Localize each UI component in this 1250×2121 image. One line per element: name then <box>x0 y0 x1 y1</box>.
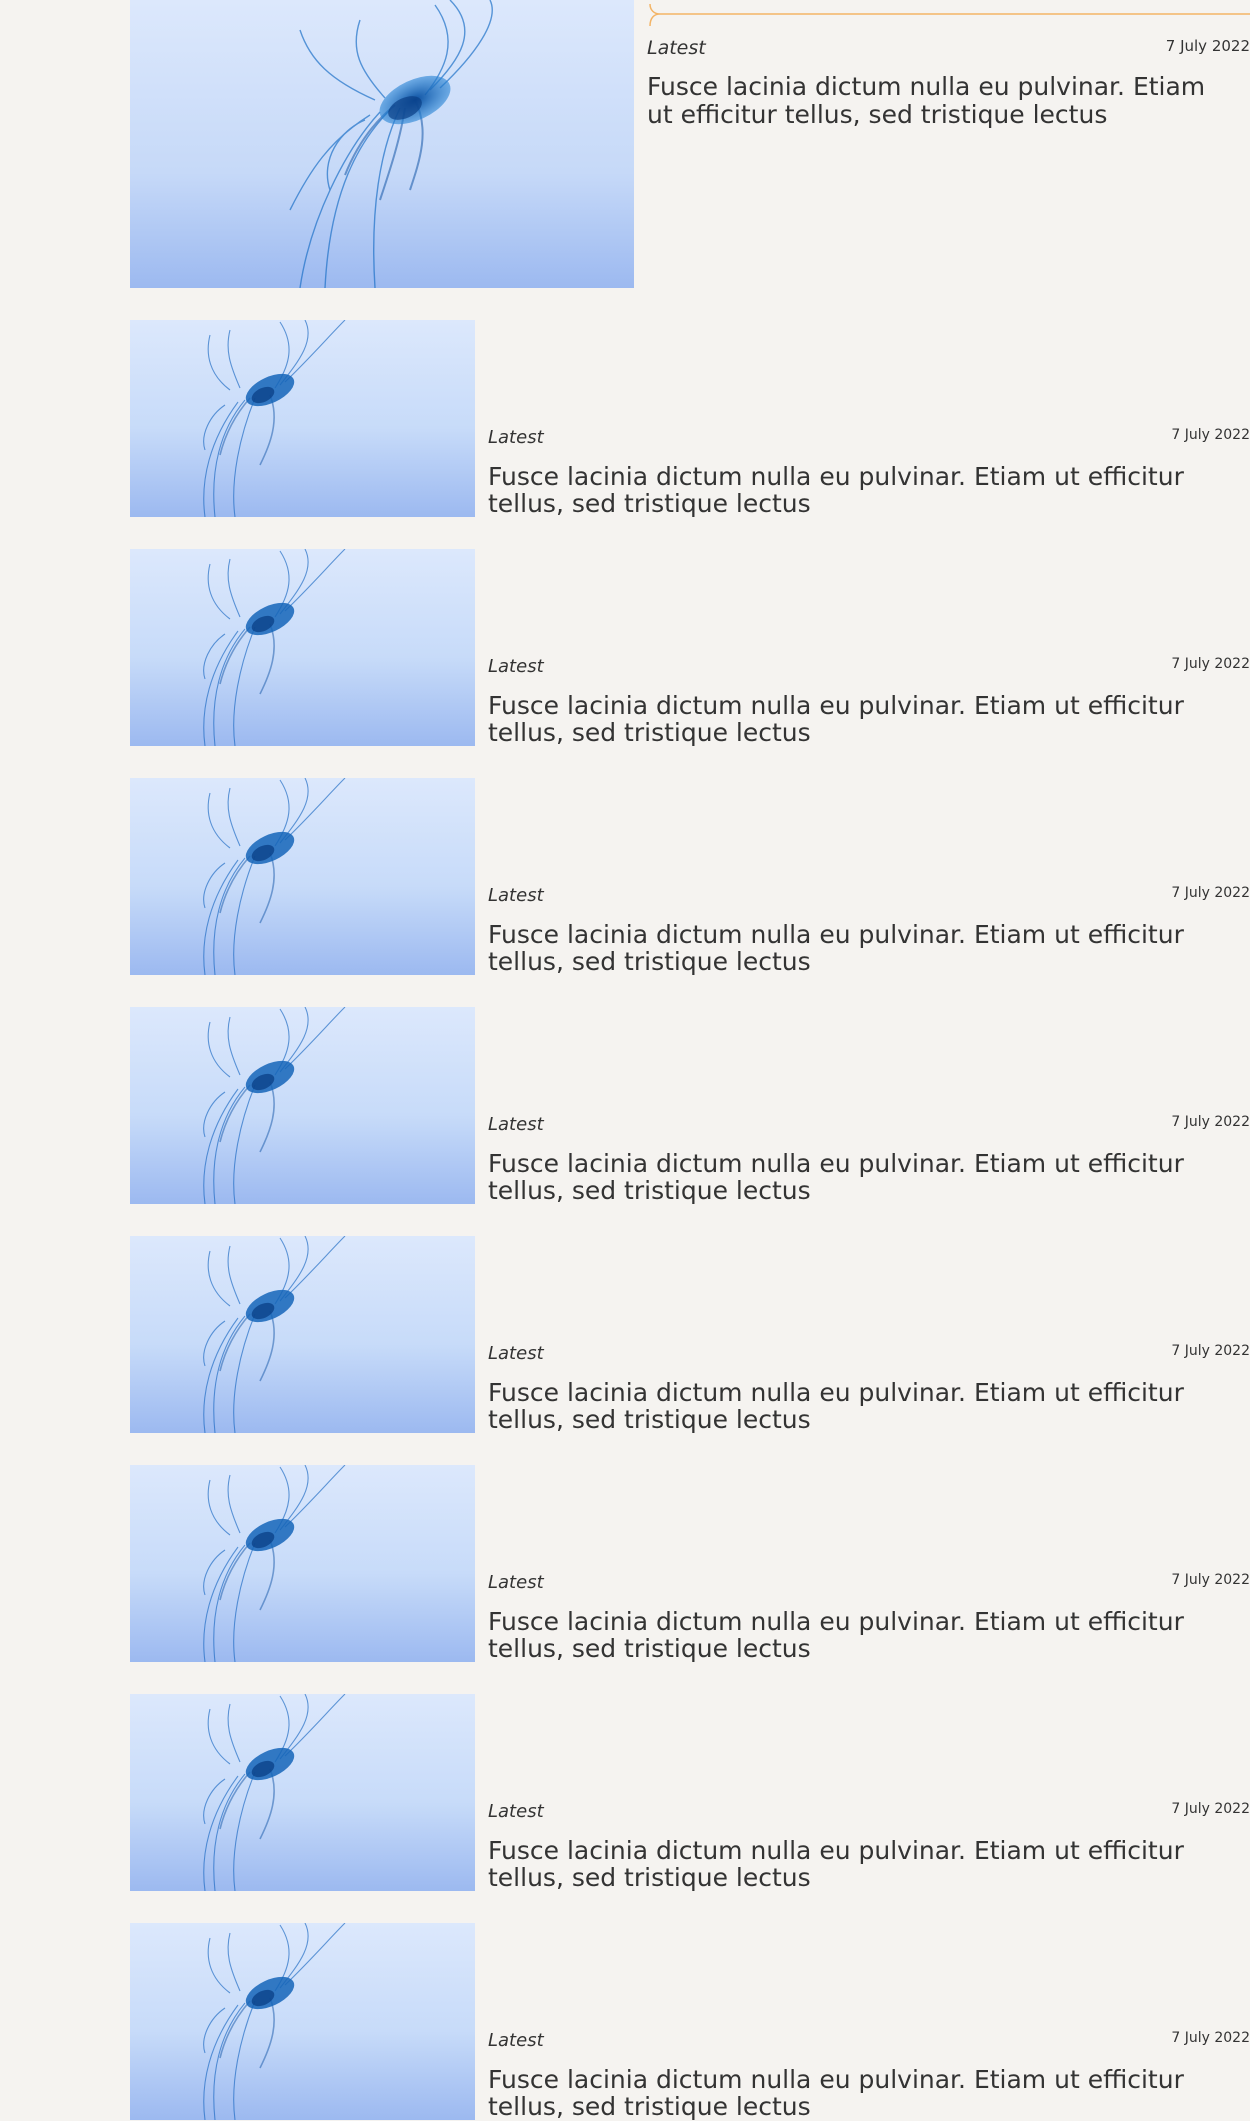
article-title[interactable]: Fusce lacinia dictum nulla eu pulvinar. … <box>488 2066 1250 2120</box>
accent-divider <box>649 3 1250 27</box>
article-list-page: Latest 7 July 2022 Fusce lacinia dictum … <box>0 0 1250 2121</box>
article-category[interactable]: Latest <box>488 1801 544 1822</box>
jellyfish-image <box>130 1923 475 2120</box>
article-title[interactable]: Fusce lacinia dictum nulla eu pulvinar. … <box>488 463 1250 517</box>
article-date: 7 July 2022 <box>1171 885 1250 901</box>
article-title[interactable]: Fusce lacinia dictum nulla eu pulvinar. … <box>488 1379 1250 1433</box>
article-item[interactable]: Latest 7 July 2022 Fusce lacinia dictum … <box>130 778 1250 975</box>
article-thumbnail[interactable] <box>130 778 475 975</box>
featured-article-date: 7 July 2022 <box>1165 37 1250 55</box>
jellyfish-image <box>130 778 475 975</box>
article-date: 7 July 2022 <box>1171 656 1250 672</box>
article-category[interactable]: Latest <box>488 656 544 677</box>
article-title[interactable]: Fusce lacinia dictum nulla eu pulvinar. … <box>488 1837 1250 1891</box>
featured-article[interactable]: Latest 7 July 2022 Fusce lacinia dictum … <box>130 0 1250 288</box>
article-title[interactable]: Fusce lacinia dictum nulla eu pulvinar. … <box>488 1150 1250 1204</box>
article-item[interactable]: Latest 7 July 2022 Fusce lacinia dictum … <box>130 320 1250 517</box>
article-thumbnail[interactable] <box>130 320 475 517</box>
article-item[interactable]: Latest 7 July 2022 Fusce lacinia dictum … <box>130 1465 1250 1662</box>
article-category[interactable]: Latest <box>488 885 544 906</box>
article-thumbnail[interactable] <box>130 1007 475 1204</box>
article-thumbnail[interactable] <box>130 549 475 746</box>
article-thumbnail[interactable] <box>130 1236 475 1433</box>
article-date: 7 July 2022 <box>1171 427 1250 443</box>
article-category[interactable]: Latest <box>488 427 544 448</box>
jellyfish-image <box>130 1694 475 1891</box>
article-date: 7 July 2022 <box>1171 1572 1250 1588</box>
article-thumbnail[interactable] <box>130 1465 475 1662</box>
jellyfish-image <box>130 1007 475 1204</box>
article-item[interactable]: Latest 7 July 2022 Fusce lacinia dictum … <box>130 549 1250 746</box>
article-thumbnail[interactable] <box>130 1694 475 1891</box>
article-date: 7 July 2022 <box>1171 1801 1250 1817</box>
jellyfish-image <box>130 0 634 288</box>
article-item[interactable]: Latest 7 July 2022 Fusce lacinia dictum … <box>130 1923 1250 2120</box>
article-item[interactable]: Latest 7 July 2022 Fusce lacinia dictum … <box>130 1007 1250 1204</box>
jellyfish-image <box>130 320 475 517</box>
article-category[interactable]: Latest <box>488 1343 544 1364</box>
article-date: 7 July 2022 <box>1171 1114 1250 1130</box>
article-thumbnail[interactable] <box>130 1923 475 2120</box>
article-date: 7 July 2022 <box>1171 2030 1250 2046</box>
article-item[interactable]: Latest 7 July 2022 Fusce lacinia dictum … <box>130 1694 1250 1891</box>
featured-article-category[interactable]: Latest <box>647 37 706 59</box>
article-title[interactable]: Fusce lacinia dictum nulla eu pulvinar. … <box>488 1608 1250 1662</box>
jellyfish-image <box>130 1465 475 1662</box>
featured-article-title[interactable]: Fusce lacinia dictum nulla eu pulvinar. … <box>647 73 1227 129</box>
jellyfish-image <box>130 1236 475 1433</box>
jellyfish-image <box>130 549 475 746</box>
article-category[interactable]: Latest <box>488 1572 544 1593</box>
article-item[interactable]: Latest 7 July 2022 Fusce lacinia dictum … <box>130 1236 1250 1433</box>
article-category[interactable]: Latest <box>488 2030 544 2051</box>
article-date: 7 July 2022 <box>1171 1343 1250 1359</box>
article-title[interactable]: Fusce lacinia dictum nulla eu pulvinar. … <box>488 921 1250 975</box>
article-category[interactable]: Latest <box>488 1114 544 1135</box>
article-title[interactable]: Fusce lacinia dictum nulla eu pulvinar. … <box>488 692 1250 746</box>
featured-article-thumbnail[interactable] <box>130 0 634 288</box>
